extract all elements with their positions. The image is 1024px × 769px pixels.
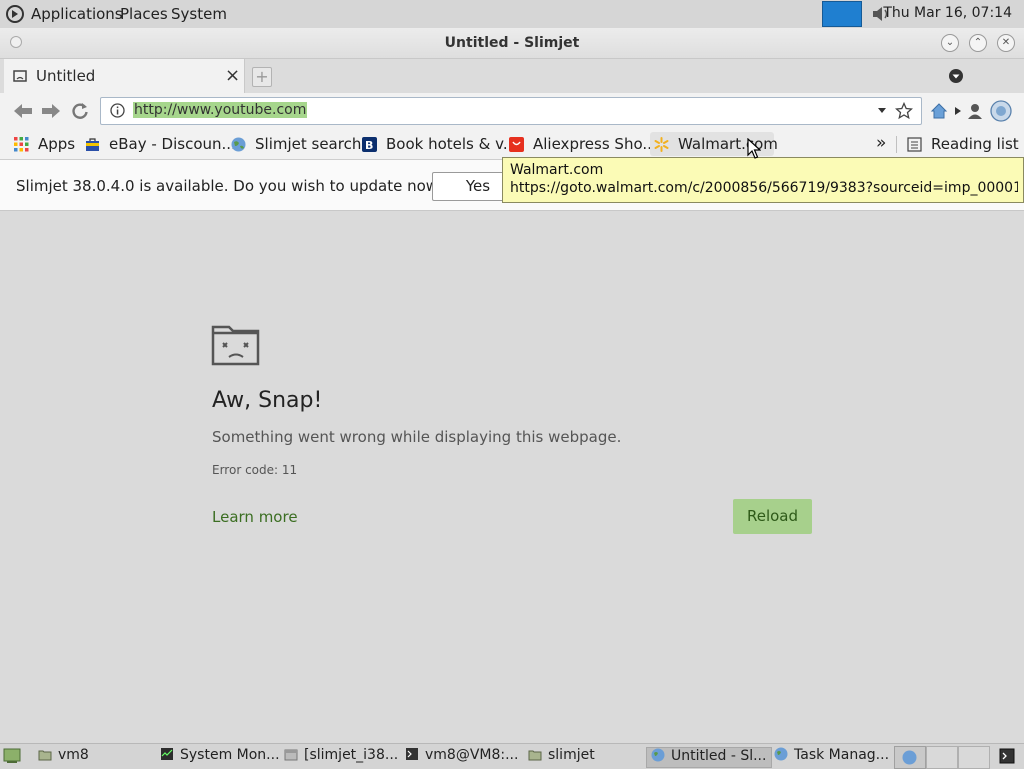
tab-strip: Untitled × + (0, 59, 1024, 93)
taskbar-item-slimjet-installer[interactable]: [slimjet_i38... (284, 747, 398, 766)
globe-icon (231, 137, 246, 152)
mouse-cursor-icon (747, 138, 761, 159)
info-icon[interactable] (110, 103, 125, 118)
minimize-icon[interactable]: ⌄ (941, 34, 959, 52)
tab-label: Untitled (36, 67, 96, 85)
globe-icon (902, 750, 917, 765)
globe-icon (774, 747, 788, 761)
bookmark-aliexpress[interactable]: Aliexpress Sho... (533, 135, 657, 153)
top-panel: Applications Places System Thu Mar 16, 0… (0, 0, 1024, 29)
show-desktop-icon[interactable] (3, 748, 21, 764)
clock[interactable]: Thu Mar 16, 07:14 (883, 5, 1012, 21)
learn-more-link[interactable]: Learn more (212, 508, 298, 526)
reading-list-icon (907, 137, 922, 152)
bookmark-apps[interactable]: Apps (38, 135, 75, 153)
taskbar-item-untitled-slimjet[interactable]: Untitled - Sl... (646, 747, 772, 768)
workspace-2[interactable] (926, 746, 958, 769)
navigation-toolbar: http://www.youtube.com (0, 93, 1024, 129)
sad-page-icon (13, 70, 27, 82)
taskbar-label: vm8@VM8:... (425, 747, 519, 763)
maximize-icon[interactable]: ⌃ (969, 34, 987, 52)
bookmark-booking[interactable]: Book hotels & v... (386, 135, 517, 153)
menu-applications[interactable]: Applications (31, 5, 123, 23)
bookmark-ebay[interactable]: eBay - Discoun... (109, 135, 236, 153)
aliexpress-icon (509, 137, 524, 152)
bookmark-slimjet-search[interactable]: Slimjet search (255, 135, 361, 153)
terminal-launcher-icon[interactable] (999, 748, 1015, 764)
tab-close-icon[interactable]: × (225, 65, 240, 86)
menu-system[interactable]: System (171, 5, 227, 23)
window-titlebar[interactable]: Untitled - Slimjet ⌄ ⌃ ✕ (0, 28, 1024, 59)
sad-folder-icon (211, 325, 260, 366)
address-bar[interactable]: http://www.youtube.com (100, 97, 922, 125)
taskbar-label: System Mon... (180, 747, 280, 763)
error-code: Error code: 11 (212, 463, 298, 477)
reload-icon[interactable] (70, 101, 90, 121)
svg-text:B: B (365, 139, 373, 152)
taskbar-label: [slimjet_i38... (304, 747, 399, 763)
reload-button[interactable]: Reload (733, 499, 812, 534)
slimjet-menu-icon[interactable] (990, 100, 1012, 122)
forward-icon[interactable] (40, 102, 62, 120)
taskbar-item-system-monitor[interactable]: System Mon... (160, 747, 280, 766)
taskbar-label: slimjet (548, 747, 595, 763)
bookmark-star-icon[interactable] (895, 102, 913, 120)
close-window-icon[interactable]: ✕ (997, 34, 1015, 52)
apps-grid-icon (14, 137, 29, 152)
reading-list-button[interactable]: Reading list (931, 135, 1019, 153)
distro-logo-icon[interactable] (5, 4, 25, 24)
taskbar-label: vm8 (58, 747, 89, 763)
home-dropdown-icon[interactable] (954, 106, 962, 116)
home-icon[interactable] (930, 102, 948, 120)
url-text[interactable]: http://www.youtube.com (133, 102, 308, 118)
workspace-1[interactable] (894, 746, 926, 769)
menu-places[interactable]: Places (120, 5, 168, 23)
bookmarks-overflow-button[interactable]: » (876, 133, 886, 153)
terminal-icon (406, 748, 418, 760)
taskbar-label: Untitled - Sl... (671, 748, 767, 764)
bookmarks-bar: Apps eBay - Discoun... Slimjet search B … (0, 129, 1024, 160)
taskbar-item-terminal[interactable]: vm8@VM8:... (405, 747, 518, 766)
bookmark-tooltip: Walmart.com https://goto.walmart.com/c/2… (502, 157, 1024, 203)
new-tab-button[interactable]: + (252, 67, 272, 87)
taskbar-label: Task Manag... (794, 747, 890, 763)
walmart-spark-icon (654, 137, 669, 152)
booking-icon: B (362, 137, 377, 152)
ebay-bag-icon (86, 138, 99, 151)
taskbar-item-slimjet-folder[interactable]: slimjet (528, 747, 595, 766)
tooltip-url: https://goto.walmart.com/c/2000856/56671… (510, 180, 1018, 196)
back-icon[interactable] (12, 102, 34, 120)
error-heading: Aw, Snap! (212, 388, 323, 413)
taskbar: vm8 System Mon... [slimjet_i38... vm8@VM… (0, 743, 1024, 769)
tooltip-title: Walmart.com (510, 162, 604, 178)
user-profile-icon[interactable] (966, 102, 984, 120)
folder-icon (528, 750, 542, 761)
update-message: Slimjet 38.0.4.0 is available. Do you wi… (16, 177, 447, 195)
taskbar-item-task-manager[interactable]: Task Manag... (774, 747, 889, 766)
package-icon (284, 749, 298, 761)
tab-untitled[interactable]: Untitled × (4, 59, 245, 93)
system-monitor-icon (161, 748, 173, 760)
home-folder-icon (38, 750, 52, 761)
globe-icon (651, 748, 665, 762)
window-title: Untitled - Slimjet (444, 35, 580, 51)
network-monitor-icon[interactable] (822, 1, 862, 27)
url-dropdown-icon[interactable] (877, 107, 887, 115)
bookmark-walmart[interactable]: Walmart.com (678, 135, 778, 153)
taskbar-item-vm8[interactable]: vm8 (38, 747, 89, 766)
workspace-3[interactable] (958, 746, 990, 769)
error-message: Something went wrong while displaying th… (212, 428, 622, 446)
bookmarks-divider (896, 136, 897, 153)
tab-menu-icon[interactable] (948, 68, 964, 84)
page-content: Aw, Snap! Something went wrong while dis… (0, 211, 1024, 743)
